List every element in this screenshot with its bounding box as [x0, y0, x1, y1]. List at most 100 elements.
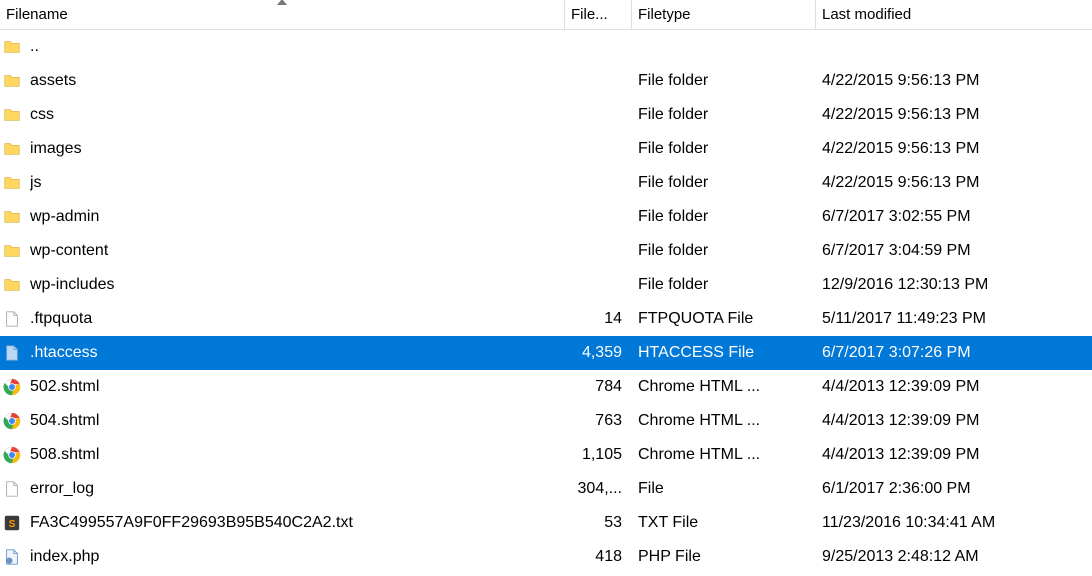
file-row[interactable]: 504.shtml 763 Chrome HTML ... 4/4/2013 12:3… — [0, 404, 1092, 438]
folder-icon — [2, 139, 22, 159]
file-size: 4,359 — [582, 344, 622, 362]
file-name: 504.shtml — [30, 412, 557, 430]
file-cell-filesize: 1,105 — [565, 446, 632, 464]
file-row[interactable]: wp-includes File folder 12/9/2016 12:30:13… — [0, 268, 1092, 302]
file-cell-lastmodified: 5/11/2017 11:49:23 PM — [816, 310, 1092, 328]
file-type: FTPQUOTA File — [638, 310, 808, 328]
file-cell-filename: wp-admin — [0, 207, 565, 227]
file-cell-filetype: Chrome HTML ... — [632, 446, 816, 464]
file-row[interactable]: .. — [0, 30, 1092, 64]
file-row[interactable]: FA3C499557A9F0FF29693B95B540C2A2.txt53TX… — [0, 506, 1092, 540]
file-size: 418 — [595, 548, 622, 566]
file-row[interactable]: 508.shtml 1,105 Chrome HTML ... 4/4/2013 12… — [0, 438, 1092, 472]
file-cell-lastmodified: 6/7/2017 3:02:55 PM — [816, 208, 1092, 226]
folder-icon — [2, 241, 22, 261]
file-cell-filetype: File folder — [632, 208, 816, 226]
file-row[interactable]: index.php418PHP File9/25/2013 2:48:12 AM — [0, 540, 1092, 574]
file-name: assets — [30, 72, 557, 90]
file-modified: 4/22/2015 9:56:13 PM — [822, 106, 979, 124]
column-header-lastmodified[interactable]: Last modified — [816, 0, 1092, 29]
file-size: 14 — [604, 310, 622, 328]
file-cell-lastmodified: 6/7/2017 3:04:59 PM — [816, 242, 1092, 260]
file-type: File — [638, 480, 808, 498]
file-type: Chrome HTML ... — [638, 412, 808, 430]
file-cell-filename: wp-content — [0, 241, 565, 261]
file-cell-lastmodified: 12/9/2016 12:30:13 PM — [816, 276, 1092, 294]
file-cell-filename: 508.shtml — [0, 445, 565, 465]
file-type: File folder — [638, 106, 808, 124]
file-cell-filetype: File folder — [632, 72, 816, 90]
file-modified: 6/7/2017 3:04:59 PM — [822, 242, 971, 260]
file-row[interactable]: imagesFile folder4/22/2015 9:56:13 PM — [0, 132, 1092, 166]
column-header-label: Last modified — [822, 6, 911, 23]
file-icon — [2, 479, 22, 499]
file-cell-filesize: 14 — [565, 310, 632, 328]
column-header-filesize[interactable]: File... — [565, 0, 632, 29]
file-name: wp-includes — [30, 276, 557, 294]
file-cell-lastmodified: 6/7/2017 3:07:26 PM — [816, 344, 1092, 362]
file-cell-filesize: 4,359 — [565, 344, 632, 362]
file-row[interactable]: error_log 304,... File 6/1/2017 2:36:00 PM — [0, 472, 1092, 506]
file-modified: 4/4/2013 12:39:09 PM — [822, 412, 979, 430]
column-header-filetype[interactable]: Filetype — [632, 0, 816, 29]
file-cell-lastmodified: 11/23/2016 10:34:41 AM — [816, 514, 1092, 532]
folder-icon — [2, 173, 22, 193]
file-cell-filesize: 304,... — [565, 480, 632, 498]
folder-icon — [2, 207, 22, 227]
file-cell-lastmodified: 6/1/2017 2:36:00 PM — [816, 480, 1092, 498]
file-type: Chrome HTML ... — [638, 446, 808, 464]
column-header-filename[interactable]: Filename — [0, 0, 565, 29]
file-cell-filename: .. — [0, 37, 565, 57]
file-cell-lastmodified: 4/22/2015 9:56:13 PM — [816, 72, 1092, 90]
file-row[interactable]: jsFile folder4/22/2015 9:56:13 PM — [0, 166, 1092, 200]
file-size: 1,105 — [582, 446, 622, 464]
file-cell-filename: index.php — [0, 547, 565, 567]
file-cell-lastmodified: 4/4/2013 12:39:09 PM — [816, 446, 1092, 464]
file-cell-filetype: File folder — [632, 242, 816, 260]
file-size: 53 — [604, 514, 622, 532]
file-name: .htaccess — [30, 344, 557, 362]
file-modified: 6/1/2017 2:36:00 PM — [822, 480, 971, 498]
file-name: wp-admin — [30, 208, 557, 226]
file-modified: 4/22/2015 9:56:13 PM — [822, 140, 979, 158]
file-cell-filename: 504.shtml — [0, 411, 565, 431]
file-modified: 6/7/2017 3:07:26 PM — [822, 344, 971, 362]
php-icon — [2, 547, 22, 567]
file-row[interactable]: wp-content File folder 6/7/2017 3:04:59 PM — [0, 234, 1092, 268]
file-cell-filename: js — [0, 173, 565, 193]
file-modified: 6/7/2017 3:02:55 PM — [822, 208, 971, 226]
file-row[interactable]: .htaccess 4,359 HTACCESS File 6/7/2017 3:07… — [0, 336, 1092, 370]
file-cell-lastmodified: 4/22/2015 9:56:13 PM — [816, 174, 1092, 192]
file-cell-filetype: File folder — [632, 276, 816, 294]
file-name: wp-content — [30, 242, 557, 260]
file-row[interactable]: 502.shtml784Chrome HTML ...4/4/2013 12:3… — [0, 370, 1092, 404]
file-cell-filesize: 763 — [565, 412, 632, 430]
chrome-icon — [2, 377, 22, 397]
file-cell-filetype: TXT File — [632, 514, 816, 532]
file-name: js — [30, 174, 557, 192]
file-cell-filetype: Chrome HTML ... — [632, 378, 816, 396]
file-row[interactable]: assets File folder 4/22/2015 9:56:13 PM — [0, 64, 1092, 98]
file-cell-filetype: File — [632, 480, 816, 498]
file-name: 508.shtml — [30, 446, 557, 464]
chrome-icon — [2, 411, 22, 431]
file-type: Chrome HTML ... — [638, 378, 808, 396]
file-modified: 11/23/2016 10:34:41 AM — [822, 514, 995, 532]
file-modified: 5/11/2017 11:49:23 PM — [822, 310, 986, 328]
file-name: error_log — [30, 480, 557, 498]
file-row[interactable]: wp-admin File folder 6/7/2017 3:02:55 PM — [0, 200, 1092, 234]
file-cell-filesize: 784 — [565, 378, 632, 396]
file-cell-filename: 502.shtml — [0, 377, 565, 397]
file-row[interactable]: .ftpquota14FTPQUOTA File5/11/2017 11:49:… — [0, 302, 1092, 336]
file-type: TXT File — [638, 514, 808, 532]
file-name: 502.shtml — [30, 378, 557, 396]
file-cell-filetype: HTACCESS File — [632, 344, 816, 362]
column-header-label: File... — [571, 6, 608, 23]
file-cell-filetype: PHP File — [632, 548, 816, 566]
file-type: File folder — [638, 72, 808, 90]
file-modified: 4/22/2015 9:56:13 PM — [822, 174, 979, 192]
file-row[interactable]: cssFile folder4/22/2015 9:56:13 PM — [0, 98, 1092, 132]
file-type: File folder — [638, 276, 808, 294]
folder-icon — [2, 37, 22, 57]
folder-icon — [2, 105, 22, 125]
